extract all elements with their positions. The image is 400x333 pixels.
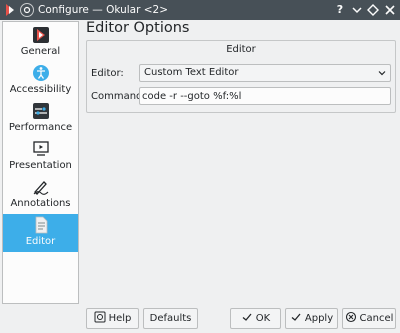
close-icon [385, 5, 395, 15]
editor-combobox-value: Custom Text Editor [144, 67, 239, 78]
command-field[interactable] [139, 87, 391, 105]
editor-group-box: Editor Editor: Custom Text Editor Comman… [86, 40, 396, 113]
command-label: Command: [91, 91, 146, 102]
performance-icon [33, 103, 49, 119]
sidebar-item-label: Presentation [9, 160, 72, 171]
title-bar[interactable]: Configure — Okular <2> ? [0, 0, 400, 20]
sidebar-item-annotations[interactable]: Annotations [3, 176, 78, 214]
check-icon [291, 313, 301, 321]
chevron-down-icon [378, 71, 386, 76]
command-input[interactable] [142, 89, 387, 103]
sidebar-item-presentation[interactable]: Presentation [3, 138, 78, 176]
defaults-button-label: Defaults [149, 313, 192, 324]
editor-icon [35, 216, 48, 234]
help-button[interactable]: Help [86, 308, 139, 329]
cancel-button-label: Cancel [359, 313, 394, 324]
apply-button[interactable]: Apply [285, 308, 338, 329]
sidebar-item-general[interactable]: General [3, 24, 78, 62]
sidebar-item-editor[interactable]: Editor [3, 214, 78, 252]
minimize-icon [352, 7, 362, 14]
accessibility-icon [33, 65, 49, 81]
okular-icon [33, 27, 49, 43]
help-button-label: Help [108, 313, 132, 324]
group-title: Editor [226, 44, 256, 55]
editor-label: Editor: [91, 68, 124, 79]
sidebar-item-label: Performance [8, 122, 73, 133]
cancel-button[interactable]: Cancel [342, 308, 396, 329]
apply-button-label: Apply [304, 313, 334, 324]
sidebar-item-performance[interactable]: Performance [3, 100, 78, 138]
window-title: Configure — Okular <2> [38, 4, 169, 16]
okular-app-icon [6, 4, 14, 16]
pin-button[interactable] [20, 3, 34, 17]
defaults-button[interactable]: Defaults [143, 308, 198, 329]
ok-button[interactable]: OK [230, 308, 281, 329]
page-title: Editor Options [86, 20, 190, 36]
page-list-sidebar: General Accessibility Performance Presen… [2, 21, 79, 304]
help-title-button[interactable]: ? [333, 3, 347, 17]
sidebar-item-label: Accessibility [9, 84, 72, 95]
editor-combobox[interactable]: Custom Text Editor [139, 64, 391, 82]
sidebar-item-label: Annotations [10, 198, 71, 209]
cancel-icon [345, 311, 356, 323]
close-button[interactable] [383, 3, 397, 17]
maximize-button[interactable] [366, 3, 380, 17]
check-icon [242, 313, 252, 321]
pin-icon [23, 6, 31, 14]
help-icon [94, 311, 106, 323]
ok-button-label: OK [255, 313, 271, 324]
sidebar-item-label: General [20, 46, 61, 57]
sidebar-item-accessibility[interactable]: Accessibility [3, 62, 78, 100]
sidebar-item-label: Editor [25, 236, 56, 247]
presentation-icon [33, 141, 49, 156]
maximize-icon [367, 4, 379, 16]
annotations-icon [33, 181, 49, 195]
minimize-button[interactable] [350, 3, 364, 17]
